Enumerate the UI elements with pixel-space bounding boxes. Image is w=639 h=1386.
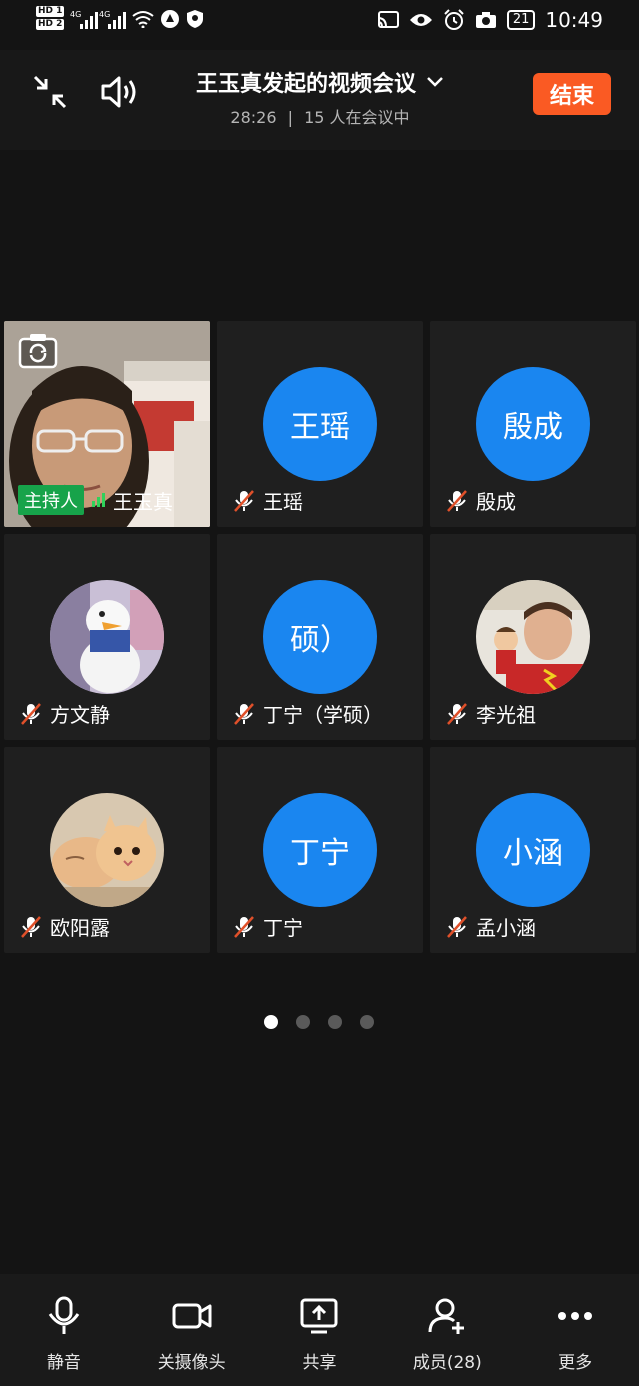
meeting-duration: 28:26 xyxy=(230,108,277,127)
clock: 10:49 xyxy=(545,8,603,32)
avatar xyxy=(50,580,164,694)
camera-off-button[interactable]: 关摄像头 xyxy=(132,1274,252,1386)
participant-tile[interactable]: 丁宁 丁宁 xyxy=(217,747,423,953)
participant-name: 欧阳露 xyxy=(50,916,110,940)
speaker-icon xyxy=(101,76,136,108)
participant-tile[interactable]: 李光祖 xyxy=(430,534,636,740)
page-dot[interactable] xyxy=(328,1015,342,1029)
bottom-toolbar: 静音 关摄像头 共享 成员(28) 更多 xyxy=(0,1274,639,1386)
participant-tile-host[interactable]: 主持人 王玉真 xyxy=(4,321,210,527)
meeting-header: 王玉真发起的视频会议 28:26 | 15 人在会议中 结束 xyxy=(0,50,639,150)
participant-name: 王玉真 xyxy=(113,489,173,514)
microphone-icon xyxy=(48,1296,80,1334)
more-label: 更多 xyxy=(558,1353,593,1373)
page-indicator xyxy=(264,1015,374,1029)
svg-text:4G: 4G xyxy=(99,10,110,19)
minimize-button[interactable] xyxy=(30,72,70,112)
participant-label: 丁宁（学硕） xyxy=(233,699,383,728)
end-meeting-button[interactable]: 结束 xyxy=(533,73,611,115)
meeting-title-area[interactable]: 王玉真发起的视频会议 28:26 | 15 人在会议中 xyxy=(170,66,470,128)
avatar xyxy=(476,580,590,694)
collapse-arrows-icon xyxy=(33,75,67,109)
page-dot[interactable] xyxy=(296,1015,310,1029)
kittens-photo xyxy=(50,793,164,907)
eye-icon xyxy=(409,14,432,26)
shield-icon xyxy=(187,10,204,28)
host-label: 主持人 王玉真 xyxy=(18,485,173,515)
meeting-title: 王玉真发起的视频会议 xyxy=(195,72,416,97)
separator: | xyxy=(287,108,294,127)
participant-name: 殷成 xyxy=(476,490,516,514)
members-button[interactable]: 成员(28) xyxy=(387,1274,507,1386)
avatar: 硕） xyxy=(263,580,377,694)
participant-label: 孟小涵 xyxy=(446,912,536,941)
avatar: 殷成 xyxy=(476,367,590,481)
avatar: 小涵 xyxy=(476,793,590,907)
mic-muted-icon xyxy=(447,489,467,512)
participant-tile[interactable]: 欧阳露 xyxy=(4,747,210,953)
participant-label: 李光祖 xyxy=(446,699,536,728)
hd-indicator: HD 1 HD 2 xyxy=(36,6,65,32)
participant-tile[interactable]: 小涵 孟小涵 xyxy=(430,747,636,953)
participant-tile[interactable]: 硕） 丁宁（学硕） xyxy=(217,534,423,740)
share-screen-icon xyxy=(300,1298,338,1334)
mic-muted-icon xyxy=(447,915,467,938)
hd2-label: HD 2 xyxy=(36,19,65,30)
page-dot[interactable] xyxy=(360,1015,374,1029)
participant-name: 丁宁（学硕） xyxy=(263,703,383,727)
share-button[interactable]: 共享 xyxy=(259,1274,379,1386)
more-button[interactable]: 更多 xyxy=(515,1274,635,1386)
participant-tile[interactable]: 王瑶 王瑶 xyxy=(217,321,423,527)
mute-button[interactable]: 静音 xyxy=(4,1274,124,1386)
add-member-icon xyxy=(428,1298,465,1334)
participant-label: 欧阳露 xyxy=(20,912,110,941)
participant-label: 殷成 xyxy=(446,486,516,515)
participant-grid: 主持人 王玉真 王瑶 王瑶 殷成 殷成 方文静 硕） 丁宁（学硕） 李光祖 欧阳… xyxy=(4,321,636,953)
more-dots-icon xyxy=(558,1312,593,1320)
mute-label: 静音 xyxy=(46,1353,81,1373)
participant-count: 15 人在会议中 xyxy=(304,108,410,127)
cast-icon xyxy=(377,11,399,28)
mic-muted-icon xyxy=(234,489,254,512)
mic-muted-icon xyxy=(21,702,41,725)
share-label: 共享 xyxy=(302,1353,337,1373)
hd1-label: HD 1 xyxy=(36,6,65,17)
mic-muted-icon xyxy=(234,915,254,938)
duck-figure-photo xyxy=(50,580,164,694)
camera-label: 关摄像头 xyxy=(157,1353,226,1373)
members-label: 成员(28) xyxy=(412,1353,482,1373)
camera-status-icon xyxy=(475,12,496,28)
wifi-icon xyxy=(132,11,155,28)
camera-switch-icon[interactable] xyxy=(18,333,58,369)
app-notification-icon xyxy=(161,10,180,28)
participant-tile[interactable]: 殷成 殷成 xyxy=(430,321,636,527)
participant-label: 丁宁 xyxy=(233,912,303,941)
mic-muted-icon xyxy=(21,915,41,938)
audio-level-icon xyxy=(92,493,105,507)
participant-name: 王瑶 xyxy=(263,490,303,514)
participant-label: 方文静 xyxy=(20,699,110,728)
page-dot-active[interactable] xyxy=(264,1015,278,1029)
video-camera-icon xyxy=(172,1303,212,1329)
cellular-signal-icon: 4G 4G xyxy=(70,10,127,29)
speaker-button[interactable] xyxy=(100,72,140,112)
participant-label: 王瑶 xyxy=(233,486,303,515)
host-badge: 主持人 xyxy=(18,485,84,515)
avatar: 丁宁 xyxy=(263,793,377,907)
participant-name: 丁宁 xyxy=(263,916,303,940)
svg-text:4G: 4G xyxy=(70,10,81,19)
participant-tile[interactable]: 方文静 xyxy=(4,534,210,740)
alarm-icon xyxy=(444,9,464,30)
avatar: 王瑶 xyxy=(263,367,377,481)
mic-muted-icon xyxy=(447,702,467,725)
participant-name: 李光祖 xyxy=(476,703,536,727)
participant-name: 方文静 xyxy=(50,703,110,727)
avatar xyxy=(50,793,164,907)
chevron-down-icon xyxy=(427,77,443,87)
mic-muted-icon xyxy=(234,702,254,725)
man-with-toy-photo xyxy=(476,580,590,694)
battery-indicator: 21 xyxy=(506,10,536,30)
status-bar: HD 1 HD 2 4G 4G 21 10:49 xyxy=(0,0,639,46)
participant-name: 孟小涵 xyxy=(476,916,536,940)
